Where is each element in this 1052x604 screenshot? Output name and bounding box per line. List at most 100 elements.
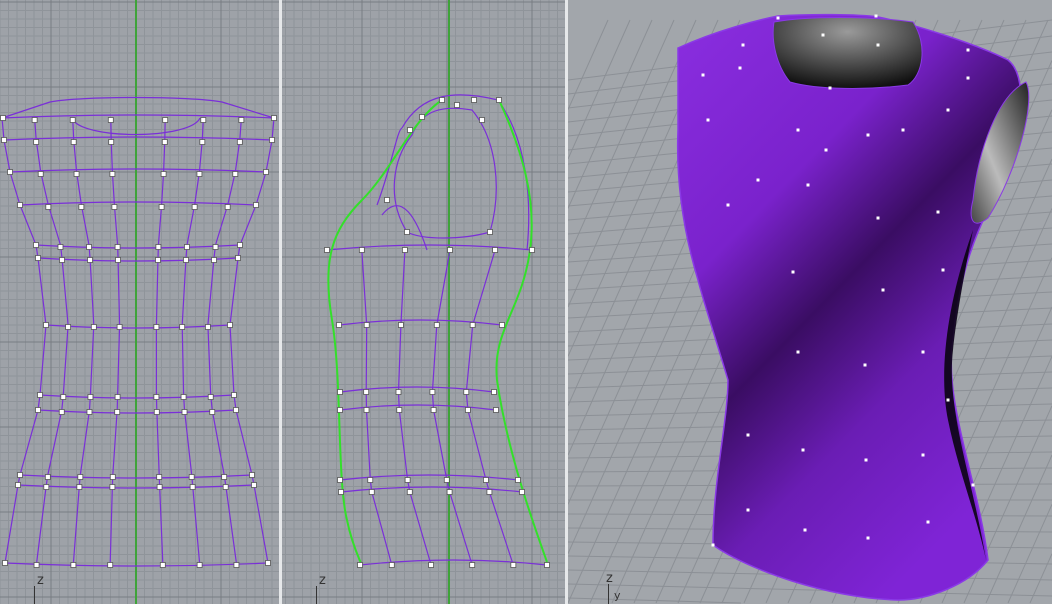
side-horizontal-curve bbox=[340, 486, 523, 493]
control-point bbox=[738, 66, 742, 70]
control-point bbox=[338, 489, 344, 495]
control-point bbox=[15, 482, 21, 488]
control-point bbox=[801, 448, 805, 452]
control-point bbox=[746, 433, 750, 437]
control-point bbox=[796, 350, 800, 354]
control-point bbox=[824, 148, 828, 152]
control-point bbox=[77, 474, 84, 480]
control-point bbox=[544, 562, 550, 568]
control-point bbox=[486, 489, 493, 495]
control-point bbox=[236, 139, 243, 145]
perspective-view-canvas[interactable] bbox=[568, 0, 1052, 604]
control-point bbox=[402, 247, 408, 253]
control-point bbox=[866, 536, 870, 540]
control-point bbox=[232, 171, 239, 177]
control-point bbox=[941, 268, 945, 272]
control-point bbox=[90, 324, 97, 330]
control-point bbox=[0, 115, 6, 121]
control-point bbox=[70, 562, 77, 568]
control-point bbox=[114, 394, 121, 400]
control-point bbox=[155, 244, 162, 250]
perspective-grid-line bbox=[568, 19, 675, 258]
control-point bbox=[153, 409, 160, 415]
control-point bbox=[419, 114, 425, 120]
control-point bbox=[116, 324, 123, 330]
control-point bbox=[265, 560, 271, 566]
control-point bbox=[183, 257, 189, 263]
front-view-canvas[interactable] bbox=[0, 0, 280, 604]
control-point bbox=[33, 139, 40, 145]
control-point bbox=[107, 562, 114, 568]
control-point bbox=[37, 171, 44, 177]
control-point bbox=[803, 528, 807, 532]
control-point bbox=[756, 178, 760, 182]
control-point bbox=[17, 202, 23, 208]
control-point bbox=[59, 257, 65, 263]
control-point bbox=[336, 322, 342, 328]
control-point bbox=[746, 508, 750, 512]
control-point bbox=[921, 453, 925, 457]
control-point bbox=[181, 409, 188, 415]
control-point bbox=[483, 477, 489, 483]
front-vertical-curve bbox=[155, 117, 166, 564]
control-point bbox=[114, 409, 121, 415]
control-point bbox=[35, 407, 41, 413]
perspective-grid-line bbox=[1007, 504, 1052, 604]
control-point bbox=[269, 137, 275, 143]
control-point bbox=[479, 117, 485, 123]
axis-z-label: z bbox=[37, 573, 44, 588]
control-point bbox=[429, 389, 436, 395]
control-point bbox=[454, 102, 460, 108]
control-point bbox=[439, 97, 445, 103]
control-point bbox=[58, 409, 65, 415]
control-point bbox=[936, 210, 940, 214]
control-point bbox=[249, 472, 255, 478]
control-point bbox=[159, 562, 166, 568]
front-vertical-curve bbox=[109, 117, 121, 564]
control-point bbox=[876, 43, 880, 47]
control-point bbox=[406, 489, 413, 495]
side-control-points bbox=[324, 97, 550, 568]
control-point bbox=[324, 247, 330, 253]
control-point bbox=[866, 133, 870, 137]
shirt-surface[interactable] bbox=[676, 13, 1022, 601]
control-point bbox=[222, 484, 229, 490]
control-point bbox=[881, 288, 885, 292]
control-point bbox=[492, 247, 499, 253]
control-point bbox=[160, 171, 167, 177]
front-horizontal-curve bbox=[35, 244, 241, 249]
side-horizontal-curve bbox=[338, 319, 503, 326]
viewport-perspective[interactable]: z y bbox=[568, 0, 1052, 604]
control-point bbox=[65, 324, 71, 330]
control-point bbox=[189, 484, 196, 490]
control-point bbox=[86, 409, 93, 415]
right-view-canvas[interactable] bbox=[282, 0, 565, 604]
control-point bbox=[776, 16, 780, 20]
viewport-front[interactable]: z bbox=[0, 0, 280, 604]
control-point bbox=[253, 202, 259, 208]
perspective-grid-line bbox=[568, 19, 609, 110]
axis-y-label: y bbox=[614, 589, 621, 602]
front-vertical-curve bbox=[72, 117, 95, 564]
control-point bbox=[196, 562, 203, 568]
neck-opening bbox=[772, 17, 923, 89]
viewport-right[interactable]: z bbox=[282, 0, 565, 604]
control-point bbox=[31, 117, 38, 123]
control-point bbox=[404, 229, 410, 235]
control-point bbox=[363, 322, 370, 328]
control-point bbox=[17, 472, 23, 478]
control-point bbox=[384, 197, 390, 203]
control-point bbox=[499, 322, 505, 328]
control-point bbox=[926, 520, 930, 524]
control-point bbox=[114, 244, 121, 250]
control-point bbox=[107, 117, 114, 123]
control-point bbox=[238, 117, 245, 123]
control-point bbox=[876, 216, 880, 220]
control-point bbox=[44, 474, 51, 480]
control-point bbox=[396, 407, 403, 413]
perspective-grid-line bbox=[985, 454, 1052, 604]
side-wireframe bbox=[326, 94, 548, 566]
control-point bbox=[233, 407, 239, 413]
control-point bbox=[515, 477, 521, 483]
control-point bbox=[87, 394, 94, 400]
